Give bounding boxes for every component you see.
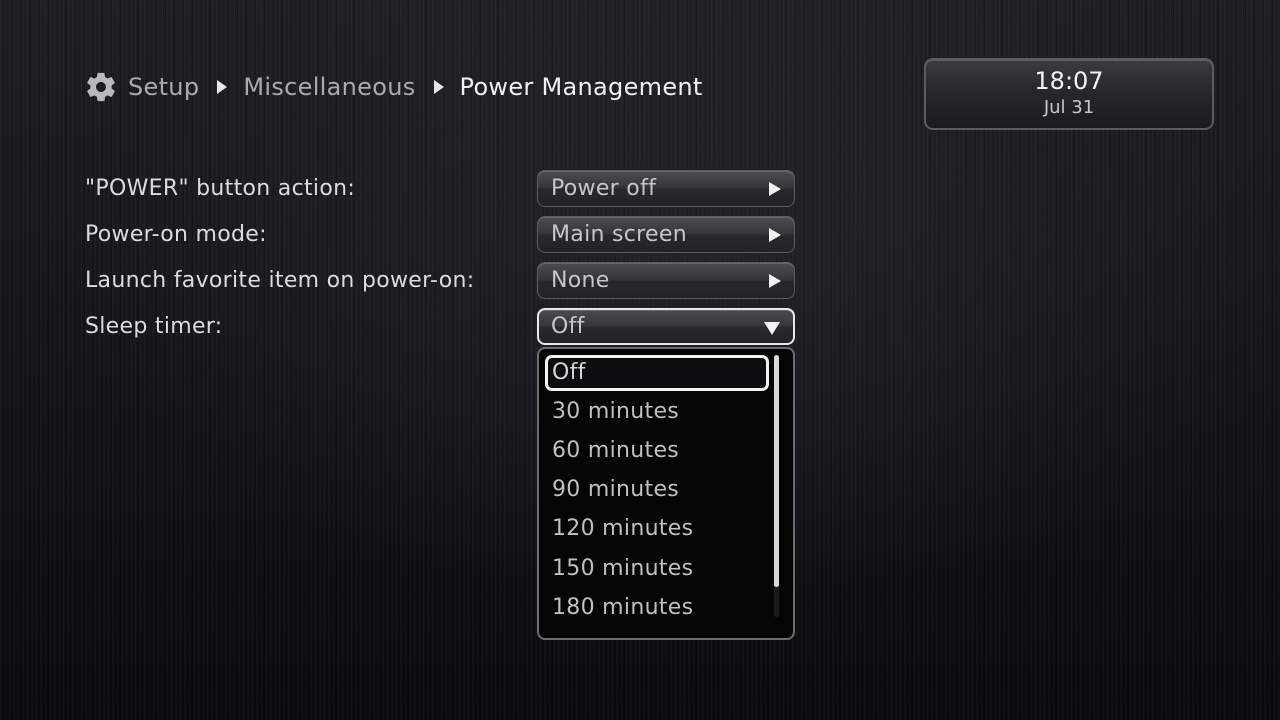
breadcrumb-power-management: Power Management <box>459 73 703 101</box>
gear-icon <box>87 72 115 102</box>
sleep-timer-label: Sleep timer: <box>85 314 223 339</box>
arrow-right-icon <box>769 274 781 288</box>
breadcrumb: Setup Miscellaneous Power Management <box>84 68 703 106</box>
arrow-down-icon <box>764 322 780 335</box>
dropdown-scrollbar[interactable] <box>774 355 779 617</box>
dropdown-option-180-minutes[interactable]: 180 minutes <box>545 590 769 626</box>
dropdown-option-90-minutes[interactable]: 90 minutes <box>545 472 769 508</box>
sleep-timer-value: Off <box>551 314 585 339</box>
dropdown-option-150-minutes[interactable]: 150 minutes <box>545 551 769 587</box>
sleep-timer-dropdown: Off 30 minutes 60 minutes 90 minutes 120… <box>537 347 795 640</box>
launch-favorite-value: None <box>551 268 610 293</box>
launch-favorite-select[interactable]: None <box>537 262 795 299</box>
power-button-action-label: "POWER" button action: <box>85 176 356 201</box>
clock-time: 18:07 <box>1034 67 1104 95</box>
launch-favorite-label: Launch favorite item on power-on: <box>85 268 475 293</box>
clock-panel: 18:07 Jul 31 <box>924 58 1214 130</box>
breadcrumb-miscellaneous[interactable]: Miscellaneous <box>243 73 415 101</box>
sleep-timer-select[interactable]: Off <box>537 308 795 345</box>
breadcrumb-setup[interactable]: Setup <box>128 73 199 101</box>
power-on-mode-select[interactable]: Main screen <box>537 216 795 253</box>
breadcrumb-separator-icon <box>433 80 444 94</box>
dropdown-option-60-minutes[interactable]: 60 minutes <box>545 433 769 469</box>
arrow-right-icon <box>769 182 781 196</box>
dropdown-option-off[interactable]: Off <box>545 355 769 391</box>
dropdown-option-120-minutes[interactable]: 120 minutes <box>545 511 769 547</box>
dropdown-scrollbar-thumb[interactable] <box>774 355 779 587</box>
breadcrumb-separator-icon <box>217 80 228 94</box>
power-on-mode-label: Power-on mode: <box>85 222 267 247</box>
dropdown-option-30-minutes[interactable]: 30 minutes <box>545 394 769 430</box>
arrow-right-icon <box>769 228 781 242</box>
clock-date: Jul 31 <box>1043 97 1095 118</box>
power-on-mode-value: Main screen <box>551 222 687 247</box>
power-button-action-select[interactable]: Power off <box>537 170 795 207</box>
power-button-action-value: Power off <box>551 176 657 201</box>
